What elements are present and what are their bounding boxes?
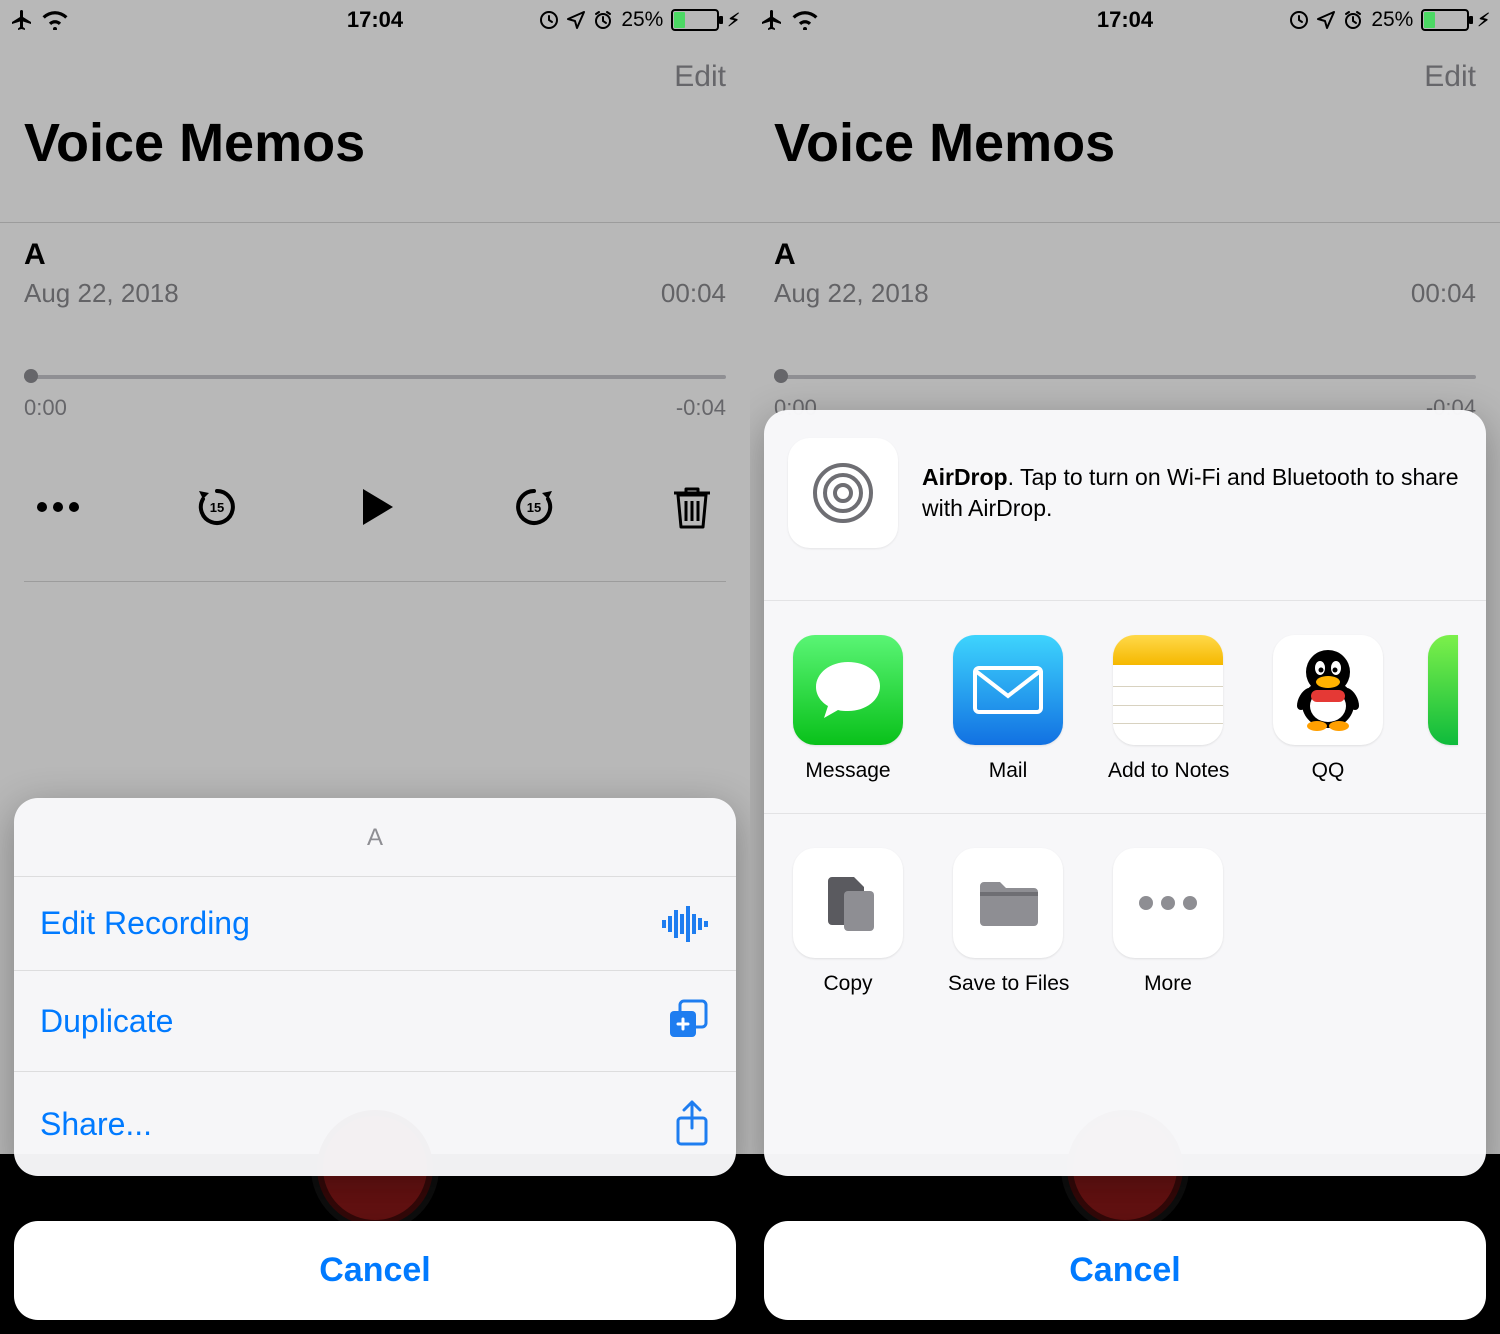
cancel-button[interactable]: Cancel [764,1221,1486,1320]
memo-item[interactable]: A Aug 22, 2018 00:04 0:00 -0:04 15 [0,222,750,582]
waveform-icon [662,906,710,942]
more-icon [1113,848,1223,958]
share-button[interactable]: Share... [14,1071,736,1176]
header: Edit Voice Memos [750,40,1500,192]
folder-icon [953,848,1063,958]
action-label: More [1108,972,1228,996]
app-icon-partial [1428,635,1458,745]
action-label: Duplicate [40,1003,173,1040]
battery-icon [671,9,719,31]
header: Edit Voice Memos [0,40,750,192]
airdrop-row[interactable]: AirDrop. Tap to turn on Wi-Fi and Blueto… [764,410,1486,601]
airdrop-icon [788,438,898,548]
app-label: Message [788,759,908,783]
svg-text:15: 15 [209,500,223,515]
play-button[interactable] [345,477,405,537]
share-app-mail[interactable]: Mail [948,635,1068,783]
skip-back-15-button[interactable]: 15 [187,477,247,537]
action-label: Copy [788,972,908,996]
share-app-notes[interactable]: Add to Notes [1108,635,1228,783]
page-title: Voice Memos [24,112,726,192]
app-label: Add to Notes [1108,759,1228,783]
action-save-to-files[interactable]: Save to Files [948,848,1068,996]
copy-icon [793,848,903,958]
memo-date: Aug 22, 2018 [24,278,179,309]
action-label: Save to Files [948,972,1068,996]
time-remaining: -0:04 [676,395,726,421]
share-apps-row[interactable]: Message Mail Add to Notes [764,601,1486,814]
status-bar: 17:04 25% ⚡︎ [750,0,1500,40]
airdrop-text: AirDrop. Tap to turn on Wi-Fi and Blueto… [922,462,1462,524]
edit-recording-button[interactable]: Edit Recording [14,876,736,970]
memo-item[interactable]: A Aug 22, 2018 00:04 0:00 -0:04 [750,222,1500,421]
memo-duration: 00:04 [661,278,726,309]
share-sheet: AirDrop. Tap to turn on Wi-Fi and Blueto… [764,410,1486,1176]
action-sheet-title: A [14,798,736,876]
duplicate-icon [666,999,710,1043]
memo-date: Aug 22, 2018 [774,278,929,309]
battery-icon [1421,9,1469,31]
status-time: 17:04 [0,7,750,33]
memo-duration: 00:04 [1411,278,1476,309]
screen-right: 17:04 25% ⚡︎ Edit Voice Memos [750,0,1500,1334]
message-icon [793,635,903,745]
action-copy[interactable]: Copy [788,848,908,996]
action-more[interactable]: More [1108,848,1228,996]
memo-title: A [24,238,726,272]
playback-scrubber[interactable] [24,369,726,385]
duplicate-button[interactable]: Duplicate [14,970,736,1071]
page-title: Voice Memos [774,112,1476,192]
app-label: QQ [1268,759,1388,783]
action-label: Edit Recording [40,905,250,942]
screen-left: 17:04 25% ⚡︎ Edit Voice Memos [0,0,750,1334]
trash-button[interactable] [662,477,722,537]
app-label: Mail [948,759,1068,783]
time-elapsed: 0:00 [24,395,67,421]
status-time: 17:04 [750,7,1500,33]
playback-scrubber[interactable] [774,369,1476,385]
share-icon [674,1100,710,1148]
share-actions-row[interactable]: Copy Save to Files More [764,814,1486,1026]
notes-icon [1113,635,1223,745]
action-sheet: A Edit Recording Duplicate Share... [14,798,736,1176]
share-app-message[interactable]: Message [788,635,908,783]
svg-text:15: 15 [526,500,540,515]
status-bar: 17:04 25% ⚡︎ [0,0,750,40]
memo-title: A [774,238,1476,272]
action-label: Share... [40,1106,152,1143]
qq-icon [1273,635,1383,745]
edit-button[interactable]: Edit [774,52,1476,112]
share-app-partial[interactable] [1428,635,1458,783]
cancel-button[interactable]: Cancel [14,1221,736,1320]
skip-forward-15-button[interactable]: 15 [504,477,564,537]
more-options-button[interactable] [28,477,88,537]
edit-button[interactable]: Edit [24,52,726,112]
share-app-qq[interactable]: QQ [1268,635,1388,783]
mail-icon [953,635,1063,745]
